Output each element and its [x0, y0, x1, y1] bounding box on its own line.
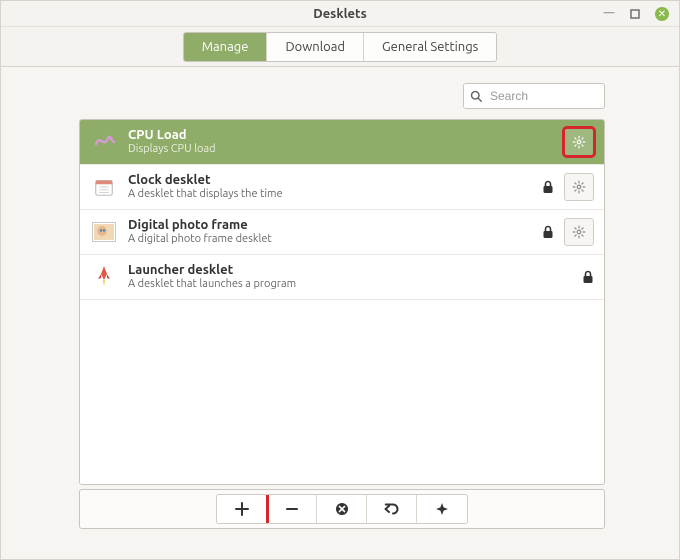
maximize-button[interactable]: [629, 8, 641, 20]
plus-icon: [235, 502, 249, 516]
tab-download[interactable]: Download: [267, 33, 364, 61]
tab-page-manage: CPU Load Displays CPU load Clock desk: [1, 67, 679, 559]
minimize-button[interactable]: —: [603, 8, 615, 20]
list-item-actions: [582, 270, 594, 284]
undo-button[interactable]: [367, 495, 417, 523]
rocket-icon: [90, 263, 118, 291]
minus-icon: [285, 502, 299, 516]
cpu-icon: [90, 128, 118, 156]
close-circle-icon: [335, 502, 349, 516]
add-button[interactable]: [217, 495, 267, 523]
search-field[interactable]: [463, 83, 605, 109]
calendar-icon: [90, 173, 118, 201]
search-icon: [470, 90, 482, 102]
desklets-window: Desklets — ✕ Manage Download General Set…: [0, 0, 680, 560]
list-item-actions: [542, 173, 594, 201]
search-input[interactable]: [488, 88, 598, 104]
list-item-actions: [564, 128, 594, 156]
list-item[interactable]: Clock desklet A desklet that displays th…: [80, 165, 604, 210]
sparkle-icon: [435, 502, 449, 516]
window-controls: — ✕: [603, 7, 679, 21]
window-title: Desklets: [1, 7, 679, 21]
lock-icon: [542, 180, 554, 194]
list-item[interactable]: Digital photo frame A digital photo fram…: [80, 210, 604, 255]
titlebar: Desklets — ✕: [1, 1, 679, 27]
list-item-subtitle: A desklet that displays the time: [128, 188, 542, 201]
desklets-list[interactable]: CPU Load Displays CPU load Clock desk: [79, 119, 605, 485]
tabs-row: Manage Download General Settings: [1, 27, 679, 67]
lock-icon: [542, 225, 554, 239]
list-item-subtitle: A desklet that launches a program: [128, 278, 582, 291]
gear-icon: [572, 180, 586, 194]
search-wrap: [463, 83, 605, 109]
list-item[interactable]: Launcher desklet A desklet that launches…: [80, 255, 604, 300]
remove-button[interactable]: [267, 495, 317, 523]
list-item-title: Clock desklet: [128, 173, 542, 188]
list-item-actions: [542, 218, 594, 246]
delete-button[interactable]: [317, 495, 367, 523]
list-item-text: CPU Load Displays CPU load: [128, 128, 564, 156]
tab-manage[interactable]: Manage: [184, 33, 268, 61]
list-item-title: Digital photo frame: [128, 218, 542, 233]
settings-button[interactable]: [564, 173, 594, 201]
settings-button[interactable]: [564, 218, 594, 246]
gear-icon: [572, 135, 586, 149]
list-item[interactable]: CPU Load Displays CPU load: [80, 120, 604, 165]
list-item-title: Launcher desklet: [128, 263, 582, 278]
lock-icon: [582, 270, 594, 284]
tabs: Manage Download General Settings: [183, 32, 498, 62]
defaults-button[interactable]: [417, 495, 467, 523]
list-item-text: Clock desklet A desklet that displays th…: [128, 173, 542, 201]
undo-icon: [384, 502, 400, 516]
list-item-subtitle: A digital photo frame desklet: [128, 233, 542, 246]
gear-icon: [572, 225, 586, 239]
close-button[interactable]: ✕: [655, 7, 669, 21]
toolbar: [79, 489, 605, 529]
tab-general-settings[interactable]: General Settings: [364, 33, 496, 61]
toolbar-group: [216, 494, 468, 524]
photo-icon: [90, 218, 118, 246]
settings-button[interactable]: [564, 128, 594, 156]
list-item-subtitle: Displays CPU load: [128, 143, 564, 156]
list-item-title: CPU Load: [128, 128, 564, 143]
list-item-text: Launcher desklet A desklet that launches…: [128, 263, 582, 291]
list-item-text: Digital photo frame A digital photo fram…: [128, 218, 542, 246]
